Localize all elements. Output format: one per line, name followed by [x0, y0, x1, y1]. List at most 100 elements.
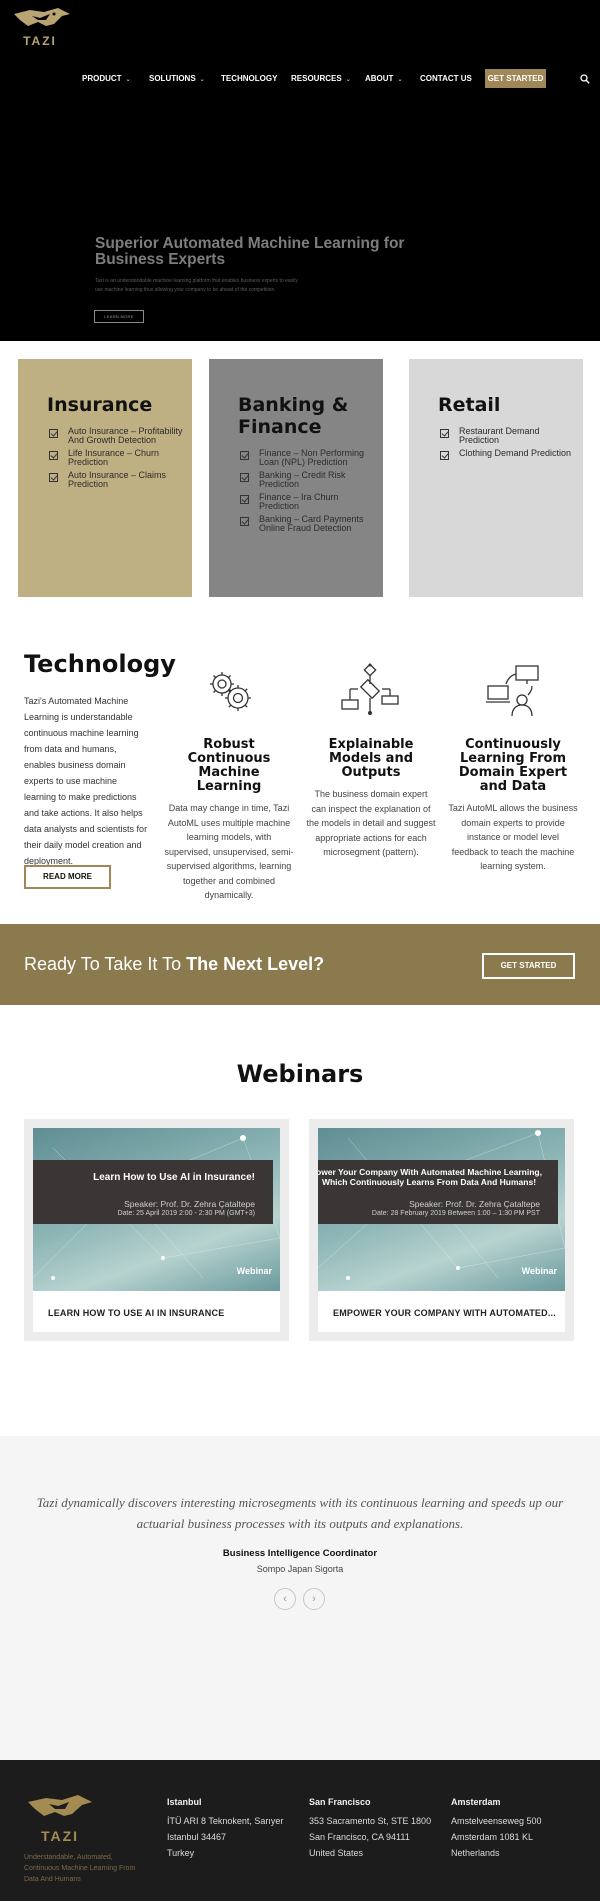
checkbox-icon	[440, 429, 449, 438]
webinar-date: Date: 25 April 2019 2:00 - 2:30 PM (GMT+…	[117, 1210, 255, 1217]
nav-item-solutions[interactable]: SOLUTIONS ⌄	[149, 70, 205, 89]
list-item-label: Finance – Non Performing Loan (NPL) Pred…	[259, 448, 365, 467]
webinar-tag: Webinar	[521, 1266, 557, 1276]
list-item: Auto Insurance – Profitability And Growt…	[49, 427, 187, 445]
list-item: Banking – Credit Risk Prediction	[240, 471, 378, 489]
checkbox-icon	[49, 451, 58, 460]
webinar-caption-link[interactable]: EMPOWER YOUR COMPANY WITH AUTOMATED...	[333, 1308, 556, 1318]
next-arrow-button[interactable]: ›	[303, 1588, 325, 1610]
get-started-button[interactable]: GET STARTED	[482, 953, 575, 979]
cta-heading-plain: Ready To Take It To	[24, 954, 187, 974]
feature-explainable-models: Explainable Models and Outputs The busin…	[306, 662, 436, 860]
office-amsterdam: Amsterdam Amstelveenseweg 500 Amsterdam …	[451, 1796, 581, 1861]
nav-label: CONTACT US	[420, 74, 472, 83]
nav-item-contact[interactable]: CONTACT US	[420, 70, 472, 88]
cta-band: Ready To Take It To The Next Level? GET …	[0, 924, 600, 1005]
expert-computers-icon	[486, 665, 539, 717]
office-address-line: Amsterdam 1081 KL	[451, 1832, 534, 1842]
card-title: Retail	[438, 394, 501, 416]
webinar-tag: Webinar	[236, 1266, 272, 1276]
read-more-button[interactable]: READ MORE	[24, 865, 111, 889]
testimonial-role: Business Intelligence Coordinator	[222, 1548, 378, 1559]
feature-robust-learning: Robust Continuous Machine Learning Data …	[164, 662, 294, 903]
feature-title: Continuously Learning From Domain Expert…	[458, 737, 568, 794]
industry-card-insurance[interactable]: Insurance Auto Insurance – Profitability…	[18, 359, 192, 597]
office-istanbul: Istanbul İTÜ ARI 8 Teknokent, Sarıyer Is…	[167, 1796, 297, 1861]
list-item: Auto Insurance – Claims Prediction	[49, 471, 187, 489]
footer-tagline: Understandable, Automated, Continuous Ma…	[24, 1854, 136, 1883]
webinar-card-inner: ower Your Company With Automated Machine…	[318, 1128, 565, 1332]
office-city: Amsterdam	[451, 1797, 501, 1807]
checkbox-icon	[49, 429, 58, 438]
nav-item-about[interactable]: ABOUT ⌄	[365, 70, 402, 89]
feature-domain-expert: Continuously Learning From Domain Expert…	[448, 662, 578, 874]
nav-item-resources[interactable]: RESOURCES ⌄	[291, 70, 351, 89]
checkbox-icon	[240, 473, 249, 482]
list-item-label: Auto Insurance – Profitability And Growt…	[68, 426, 183, 445]
webinar-image: ower Your Company With Automated Machine…	[318, 1128, 565, 1291]
get-started-nav-button[interactable]: GET STARTED	[485, 69, 546, 88]
checkbox-icon	[240, 495, 249, 504]
hero-subtitle: Tazi is an understandable machine learni…	[95, 278, 298, 293]
webinar-title-banner: Learn How to Use AI in Insurance! Speake…	[33, 1160, 273, 1224]
industry-card-retail[interactable]: Retail Restaurant Demand Prediction Clot…	[409, 359, 583, 597]
webinar-title-banner: ower Your Company With Automated Machine…	[318, 1160, 558, 1224]
webinar-image: Learn How to Use AI in Insurance! Speake…	[33, 1128, 280, 1291]
search-icon[interactable]	[580, 74, 590, 84]
list-item: Finance – Ira Churn Prediction	[240, 493, 378, 511]
hero-title: Superior Automated Machine Learning for …	[95, 235, 405, 268]
chevron-down-icon: ⌄	[345, 77, 351, 83]
footer: TAZI Understandable, Automated, Continuo…	[0, 1760, 600, 1901]
page: TAZI PRODUCT ⌄ SOLUTIONS ⌄ TECHNOLOGY RESO…	[0, 0, 600, 1901]
nav-item-product[interactable]: PRODUCT ⌄	[82, 70, 131, 89]
feature-text: Tazi AutoML allows the business domain e…	[448, 803, 578, 871]
office-city: Istanbul	[167, 1797, 202, 1807]
feature-text: The business domain expert can inspect t…	[306, 789, 436, 857]
office-address-line: Turkey	[167, 1848, 195, 1858]
webinar-card-inner: Learn How to Use AI in Insurance! Speake…	[33, 1128, 280, 1332]
list-item: Restaurant Demand Prediction	[440, 427, 578, 445]
list-item-label: Auto Insurance – Claims Prediction	[68, 470, 167, 489]
cta-heading: Ready To Take It To The Next Level?	[24, 954, 324, 975]
webinars-title: Webinars	[236, 1060, 364, 1088]
card-title: Banking & Finance	[238, 394, 349, 438]
chevron-down-icon: ⌄	[397, 77, 403, 83]
card-title: Insurance	[47, 394, 153, 416]
checkbox-icon	[440, 451, 449, 460]
technology-title: Technology	[24, 650, 176, 678]
list-item-label: Life Insurance – Churn Prediction	[68, 448, 160, 467]
office-address-line: İTÜ ARI 8 Teknokent, Sarıyer	[167, 1816, 284, 1826]
webinar-caption-link[interactable]: LEARN HOW TO USE AI IN INSURANCE	[48, 1308, 224, 1318]
testimonial-company: Sompo Japan Sigorta	[256, 1564, 344, 1574]
feature-text: Data may change in time, Tazi AutoML use…	[164, 803, 294, 900]
learn-more-button[interactable]: LEARN MORE	[94, 310, 144, 323]
office-address-line: United States	[309, 1848, 364, 1858]
testimonial-quote: Tazi dynamically discovers interesting m…	[36, 1495, 564, 1531]
office-address-line: 353 Sacramento St, STE 1800	[309, 1816, 432, 1826]
industry-card-banking[interactable]: Banking & Finance Finance – Non Performi…	[209, 359, 383, 597]
checkbox-icon	[240, 451, 249, 460]
office-city: San Francisco	[309, 1797, 371, 1807]
card-list: Finance – Non Performing Loan (NPL) Pred…	[240, 449, 378, 537]
prev-arrow-button[interactable]: ‹	[274, 1588, 296, 1610]
nav-label: TECHNOLOGY	[221, 74, 278, 83]
list-item: Life Insurance – Churn Prediction	[49, 449, 187, 467]
footer-logo-text: TAZI	[40, 1828, 80, 1844]
list-item-label: Clothing Demand Prediction	[459, 448, 572, 458]
chevron-down-icon: ⌄	[199, 77, 205, 83]
tazi-logo-icon[interactable]	[24, 1792, 96, 1832]
list-item-label: Restaurant Demand Prediction	[459, 426, 540, 445]
webinar-card[interactable]: Learn How to Use AI in Insurance! Speake…	[24, 1119, 289, 1341]
list-item: Finance – Non Performing Loan (NPL) Pred…	[240, 449, 378, 467]
testimonial-section: Tazi dynamically discovers interesting m…	[0, 1436, 600, 1760]
list-item: Clothing Demand Prediction	[440, 448, 578, 460]
webinar-date: Date: 28 February 2019 Between 1:00 – 1:…	[371, 1210, 540, 1217]
card-list: Restaurant Demand Prediction Clothing De…	[440, 427, 578, 462]
nav-label: ABOUT	[365, 74, 394, 83]
feature-title: Explainable Models and Outputs	[328, 737, 414, 780]
nav-label: SOLUTIONS	[149, 74, 196, 83]
checkbox-icon	[49, 473, 58, 482]
webinar-card[interactable]: ower Your Company With Automated Machine…	[309, 1119, 574, 1341]
nav-item-technology[interactable]: TECHNOLOGY	[221, 70, 277, 88]
list-item: Banking – Card Payments Online Fraud Det…	[240, 515, 378, 533]
